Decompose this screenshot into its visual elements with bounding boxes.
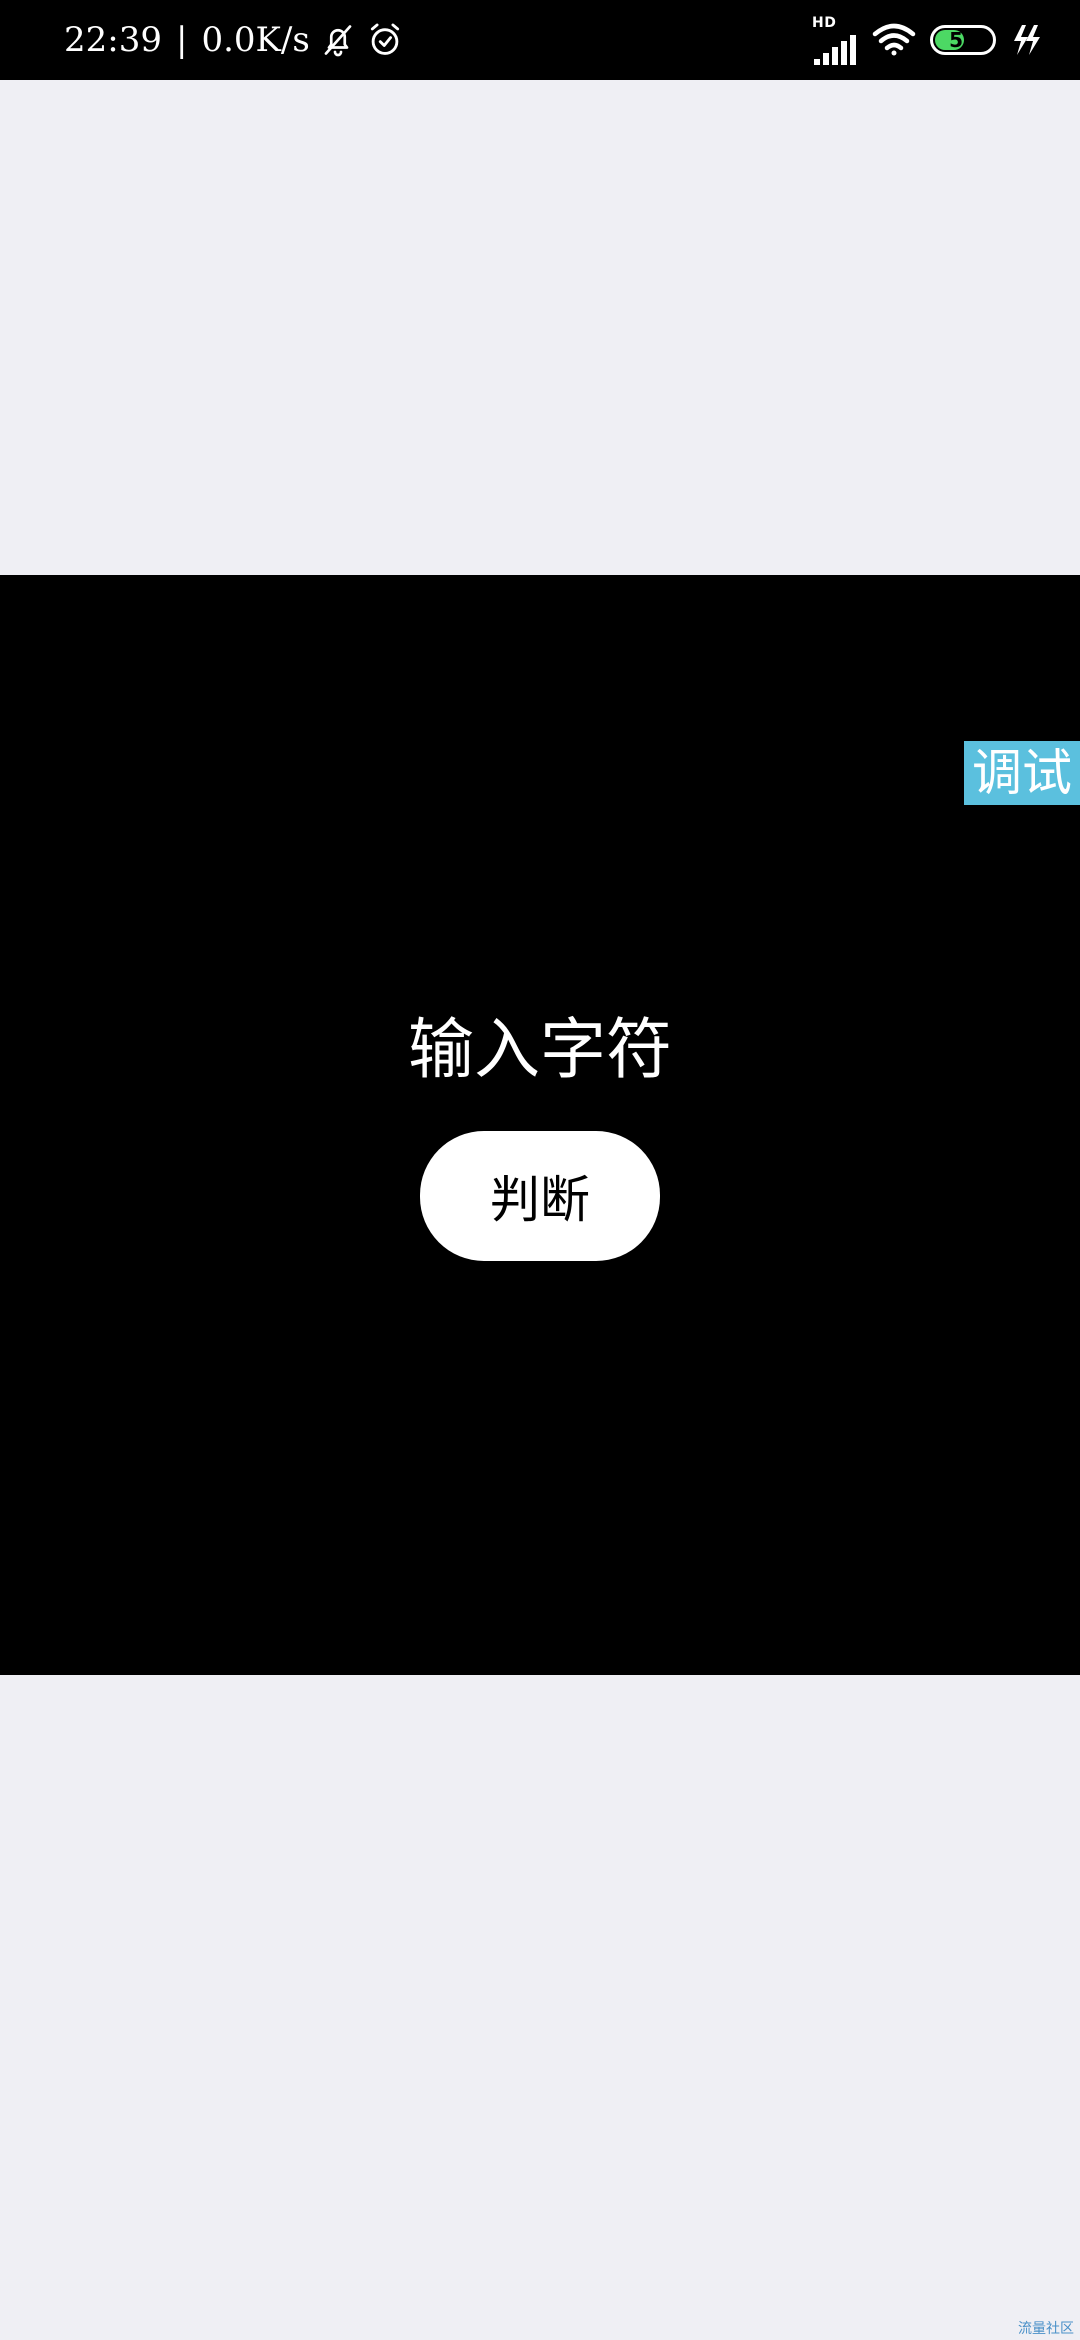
charging-icon — [1014, 25, 1040, 55]
status-bar: 22:39 | 0.0K/s HD 51 — [0, 0, 1080, 80]
status-separator: | — [175, 20, 188, 60]
debug-button[interactable]: 调试 — [964, 741, 1080, 805]
network-type-label: HD — [812, 15, 837, 31]
judge-button[interactable]: 判断 — [420, 1131, 660, 1261]
bell-off-icon — [324, 25, 352, 57]
wifi-icon — [872, 23, 916, 56]
battery-level: 51 — [949, 28, 977, 52]
status-right: HD 51 — [798, 0, 1040, 80]
status-left: 22:39 | 0.0K/s — [64, 0, 404, 80]
watermark: 流量社区 — [1018, 2321, 1074, 2337]
status-time: 22:39 — [64, 20, 162, 60]
cellular-signal-icon: HD — [812, 15, 858, 65]
main-panel — [0, 575, 1080, 1675]
battery-icon: 51 — [930, 25, 996, 55]
input-prompt-label: 输入字符 — [408, 1011, 672, 1088]
network-speed: 0.0K/s — [201, 20, 310, 60]
alarm-icon — [370, 23, 399, 55]
